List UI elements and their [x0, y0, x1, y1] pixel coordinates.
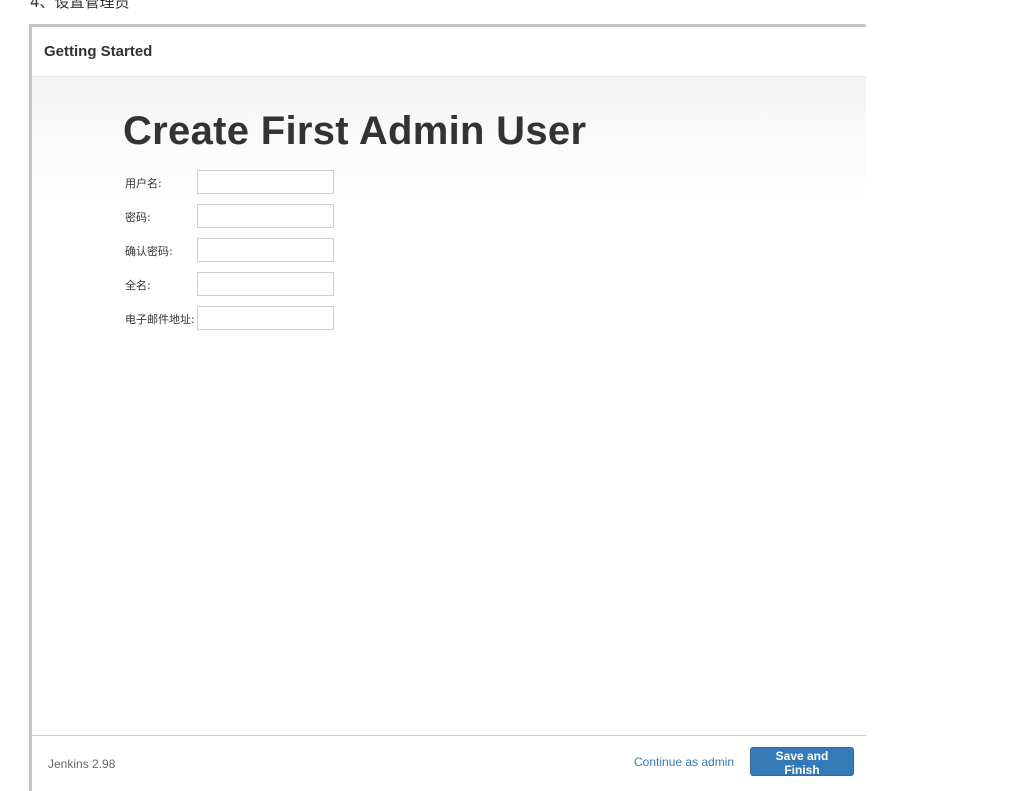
dialog-body: Create First Admin User 用户名: 密码: 确认密码: 全…: [32, 77, 866, 735]
top-caption: 4、设置管理员: [30, 0, 130, 11]
full-name-label: 全名:: [125, 279, 151, 292]
dialog-footer: Jenkins 2.98 Continue as admin Save and …: [32, 735, 866, 791]
page: 4、设置管理员 Getting Started Create First Adm…: [0, 0, 1031, 791]
save-and-finish-button[interactable]: Save and Finish: [750, 747, 854, 777]
full-name-input[interactable]: [197, 272, 334, 296]
dialog-header: Getting Started: [32, 27, 866, 77]
confirm-password-label: 确认密码:: [125, 245, 173, 258]
page-title: Create First Admin User: [123, 109, 587, 153]
confirm-password-input[interactable]: [197, 238, 334, 262]
continue-as-admin-link[interactable]: Continue as admin: [634, 755, 734, 769]
email-input[interactable]: [197, 306, 334, 330]
email-label: 电子邮件地址:: [125, 313, 195, 326]
version-label: Jenkins 2.98: [48, 757, 116, 771]
dialog-title: Getting Started: [44, 43, 153, 60]
password-input[interactable]: [197, 204, 334, 228]
setup-wizard-dialog: Getting Started Create First Admin User …: [29, 24, 866, 791]
username-label: 用户名:: [125, 177, 162, 190]
password-label: 密码:: [125, 211, 151, 224]
username-input[interactable]: [197, 170, 334, 194]
